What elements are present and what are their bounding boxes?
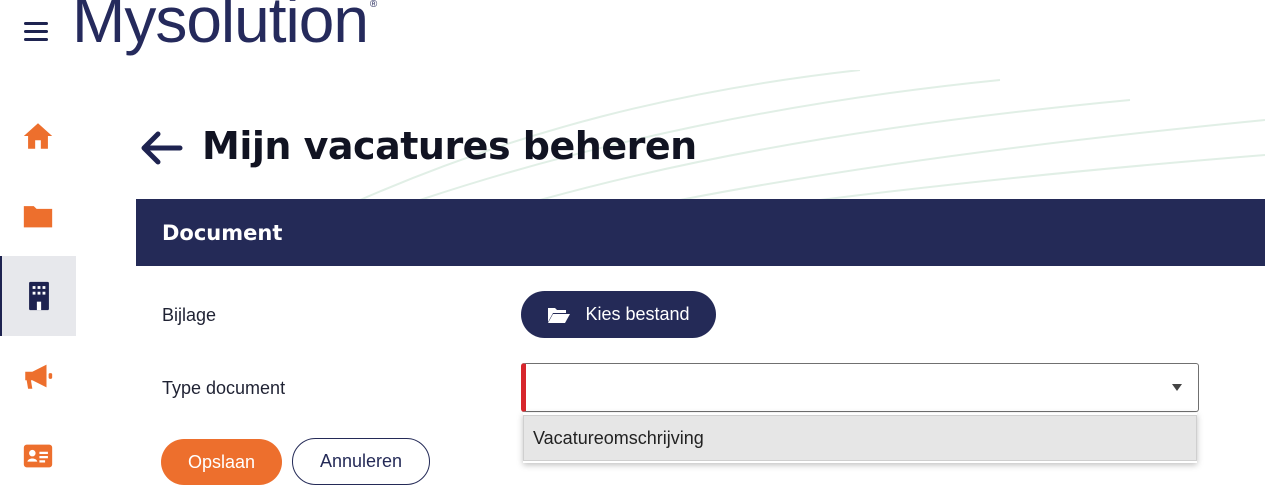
id-card-icon: [23, 444, 53, 468]
menu-icon[interactable]: [24, 22, 48, 42]
sidebar-item-campaigns[interactable]: [0, 336, 76, 416]
chevron-down-icon: [1172, 384, 1182, 391]
document-type-dropdown: Vacatureomschrijving: [523, 413, 1197, 463]
folder-open-icon: [548, 307, 571, 323]
cancel-button[interactable]: Annuleren: [292, 438, 430, 485]
brand-logo: Mysolution ®: [72, 0, 377, 52]
sidebar: [0, 96, 76, 496]
sidebar-item-folder[interactable]: [0, 176, 76, 256]
card-title: Document: [136, 199, 1265, 266]
dropdown-option-vacatureomschrijving[interactable]: Vacatureomschrijving: [523, 415, 1197, 461]
megaphone-icon: [25, 364, 53, 389]
home-icon: [23, 123, 53, 149]
building-icon: [29, 281, 49, 311]
attachment-label: Bijlage: [162, 305, 217, 325]
sidebar-item-company[interactable]: [0, 256, 76, 336]
document-type-label: Type document: [162, 378, 286, 398]
registered-mark: ®: [369, 0, 377, 10]
choose-file-button[interactable]: Kies bestand: [521, 291, 716, 338]
brand-name: Mysolution: [72, 0, 369, 56]
back-arrow-icon[interactable]: [138, 128, 184, 168]
folder-icon: [23, 206, 53, 228]
save-button[interactable]: Opslaan: [161, 439, 282, 485]
sidebar-item-home[interactable]: [0, 96, 76, 176]
sidebar-item-contacts[interactable]: [0, 416, 76, 496]
choose-file-label: Kies bestand: [585, 304, 690, 324]
page-title: Mijn vacatures beheren: [202, 124, 697, 168]
document-type-select[interactable]: [521, 363, 1199, 412]
